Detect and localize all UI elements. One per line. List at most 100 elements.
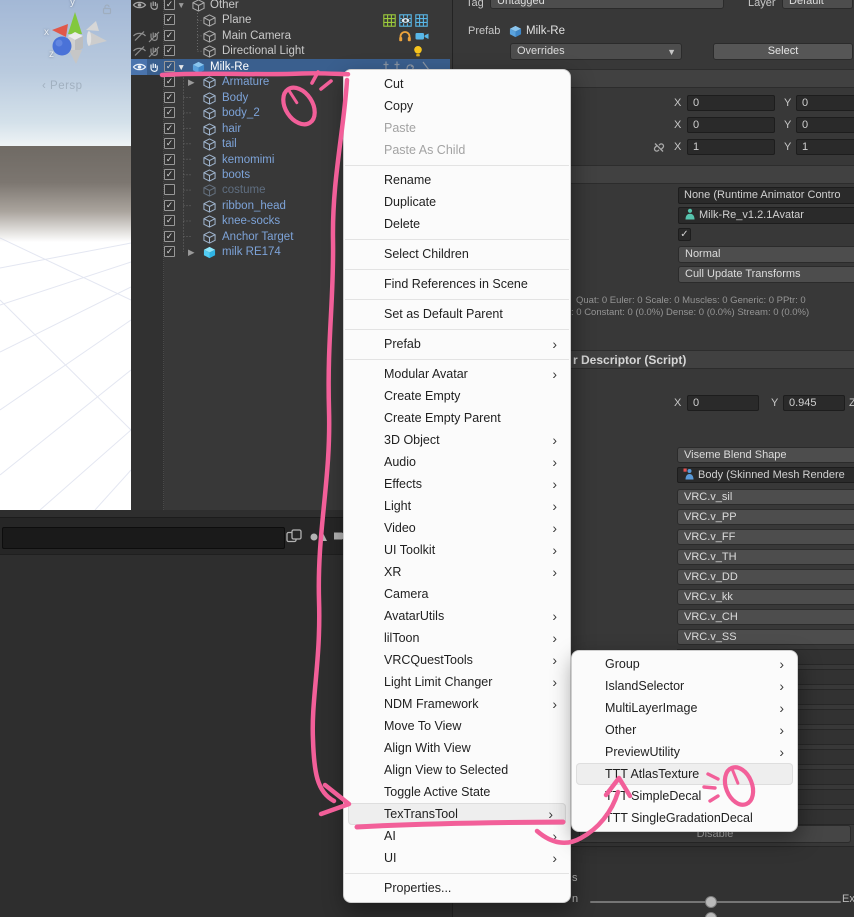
active-checkbox[interactable]: ✓ [164,14,175,25]
active-checkbox[interactable]: ✓ [164,169,175,180]
context-menu-item-video[interactable]: Video› [344,517,570,539]
active-checkbox[interactable]: ✓ [164,215,175,226]
link-broken-icon[interactable] [651,141,667,157]
viseme-field-vrc-v-th[interactable]: VRC.v_TH [677,549,854,565]
ttt-submenu-item-ttt-simpledecal[interactable]: TTT SimpleDecal [572,785,797,807]
transform-x-field-0[interactable]: 0 [687,95,775,111]
active-checkbox[interactable]: ✓ [164,107,175,118]
context-menu-item-delete[interactable]: Delete [344,213,570,235]
ttt-submenu-item-other[interactable]: Other› [572,719,797,741]
slider-handle-2[interactable] [705,912,717,917]
update-mode-dropdown[interactable]: Normal [678,246,854,263]
context-menu-item-xr[interactable]: XR› [344,561,570,583]
context-menu-item-duplicate[interactable]: Duplicate [344,191,570,213]
active-checkbox[interactable]: ✓ [164,123,175,134]
ttt-submenu-item-multilayerimage[interactable]: MultiLayerImage› [572,697,797,719]
viseme-field-vrc-v-kk[interactable]: VRC.v_kk [677,589,854,605]
ttt-submenu-item-group[interactable]: Group› [572,653,797,675]
apply-root-motion-checkbox[interactable]: ✓ [678,228,691,241]
context-menu-item-align-with-view[interactable]: Align With View [344,737,570,759]
active-checkbox[interactable]: ✓ [164,30,175,41]
context-menu-item-rename[interactable]: Rename [344,169,570,191]
active-checkbox[interactable]: ✓ [164,76,175,87]
overrides-dropdown[interactable]: Overrides▼ [510,43,682,60]
foldout-open-icon[interactable]: ▼ [177,0,185,13]
ttt-submenu-item-previewutility[interactable]: PreviewUtility› [572,741,797,763]
active-checkbox[interactable] [164,184,175,195]
tag-dropdown[interactable]: Untagged [490,0,724,9]
context-menu-item-ndm-framework[interactable]: NDM Framework› [344,693,570,715]
context-menu-item-textranstool[interactable]: TexTransTool› [348,803,566,825]
context-menu-item-avatarutils[interactable]: AvatarUtils› [344,605,570,627]
viseme-field-vrc-v-dd[interactable]: VRC.v_DD [677,569,854,585]
context-menu-item-set-as-default-parent[interactable]: Set as Default Parent [344,303,570,325]
layer-dropdown[interactable]: Default [782,0,853,9]
face-mesh-field[interactable]: Body (Skinned Mesh Rendere [677,467,854,483]
context-menu-item-liltoon[interactable]: lilToon› [344,627,570,649]
active-checkbox[interactable]: ✓ [164,138,175,149]
context-menu-item-create-empty-parent[interactable]: Create Empty Parent [344,407,570,429]
hierarchy-row-main-camera[interactable]: ✓Main Camera [131,28,450,44]
context-menu-item-prefab[interactable]: Prefab› [344,333,570,355]
context-menu-item-cut[interactable]: Cut [344,73,570,95]
foldout-closed-icon[interactable]: ▶ [188,74,195,90]
lock-icon[interactable] [101,2,113,20]
active-checkbox[interactable]: ✓ [164,61,175,72]
culling-mode-dropdown[interactable]: Cull Update Transforms [678,266,854,283]
context-menu-item-camera[interactable]: Camera [344,583,570,605]
transform-y-field-0[interactable]: 0 [796,95,854,111]
context-menu-item-audio[interactable]: Audio› [344,451,570,473]
context-menu-item-effects[interactable]: Effects› [344,473,570,495]
context-menu-item-light-limit-changer[interactable]: Light Limit Changer› [344,671,570,693]
select-button[interactable]: Select [713,43,853,60]
context-menu-item-align-view-to-selected[interactable]: Align View to Selected [344,759,570,781]
transform-x-field-1[interactable]: 0 [687,117,775,133]
context-menu-item-ai[interactable]: AI› [344,825,570,847]
active-checkbox[interactable]: ✓ [164,200,175,211]
viseme-field-vrc-v-sil[interactable]: VRC.v_sil [677,489,854,505]
animator-controller-field[interactable]: None (Runtime Animator Contro [678,187,854,204]
context-menu-item-create-empty[interactable]: Create Empty [344,385,570,407]
context-menu-item-paste[interactable]: Paste [344,117,570,139]
active-checkbox[interactable]: ✓ [164,246,175,257]
panels-icon[interactable] [286,529,302,548]
context-menu-item-copy[interactable]: Copy [344,95,570,117]
viseme-field-vrc-v-pp[interactable]: VRC.v_PP [677,509,854,525]
active-checkbox[interactable]: ✓ [164,0,175,10]
context-menu-item-ui[interactable]: UI› [344,847,570,869]
view-x-field[interactable]: 0 [687,395,759,411]
viseme-field-vrc-v-ff[interactable]: VRC.v_FF [677,529,854,545]
context-menu-item-find-references-in-scene[interactable]: Find References in Scene [344,273,570,295]
context-menu-item-toggle-active-state[interactable]: Toggle Active State [344,781,570,803]
context-menu-item-ui-toolkit[interactable]: UI Toolkit› [344,539,570,561]
context-menu-item-vrcquesttools[interactable]: VRCQuestTools› [344,649,570,671]
viseme-blendshape-dropdown[interactable]: Viseme Blend Shape [677,447,854,463]
hierarchy-row-other[interactable]: ✓▼Other [131,0,450,13]
context-menu-item-modular-avatar[interactable]: Modular Avatar› [344,363,570,385]
animator-avatar-field[interactable]: Milk-Re_v1.2.1Avatar [678,207,854,224]
context-menu-item-paste-as-child[interactable]: Paste As Child [344,139,570,161]
ttt-submenu-item-ttt-singlegradationdecal[interactable]: TTT SingleGradationDecal [572,807,797,829]
scene-view[interactable]: x y z ‹ Persp [0,0,133,510]
active-checkbox[interactable]: ✓ [164,154,175,165]
perspective-label[interactable]: ‹ Persp [42,80,83,92]
context-menu-item-light[interactable]: Light› [344,495,570,517]
context-menu-item-select-children[interactable]: Select Children [344,243,570,265]
shapes-icon[interactable] [309,529,328,548]
active-checkbox[interactable]: ✓ [164,92,175,103]
context-menu-item-3d-object[interactable]: 3D Object› [344,429,570,451]
viseme-field-vrc-v-ss[interactable]: VRC.v_SS [677,629,854,645]
ttt-submenu-item-islandselector[interactable]: IslandSelector› [572,675,797,697]
active-checkbox[interactable]: ✓ [164,45,175,56]
slider-handle[interactable] [705,896,717,908]
transform-y-field-1[interactable]: 0 [796,117,854,133]
foldout-open-icon[interactable]: ▼ [177,59,185,75]
hierarchy-row-directional-light[interactable]: ✓Directional Light [131,43,450,59]
context-menu-item-properties[interactable]: Properties... [344,877,570,899]
toolbar-path-field[interactable] [2,527,285,549]
hierarchy-row-plane[interactable]: ✓Plane [131,12,450,28]
viseme-field-vrc-v-ch[interactable]: VRC.v_CH [677,609,854,625]
transform-x-field-2[interactable]: 1 [687,139,775,155]
ttt-submenu-item-ttt-atlastexture[interactable]: TTT AtlasTexture [576,763,793,785]
foldout-closed-icon[interactable]: ▶ [188,244,195,260]
